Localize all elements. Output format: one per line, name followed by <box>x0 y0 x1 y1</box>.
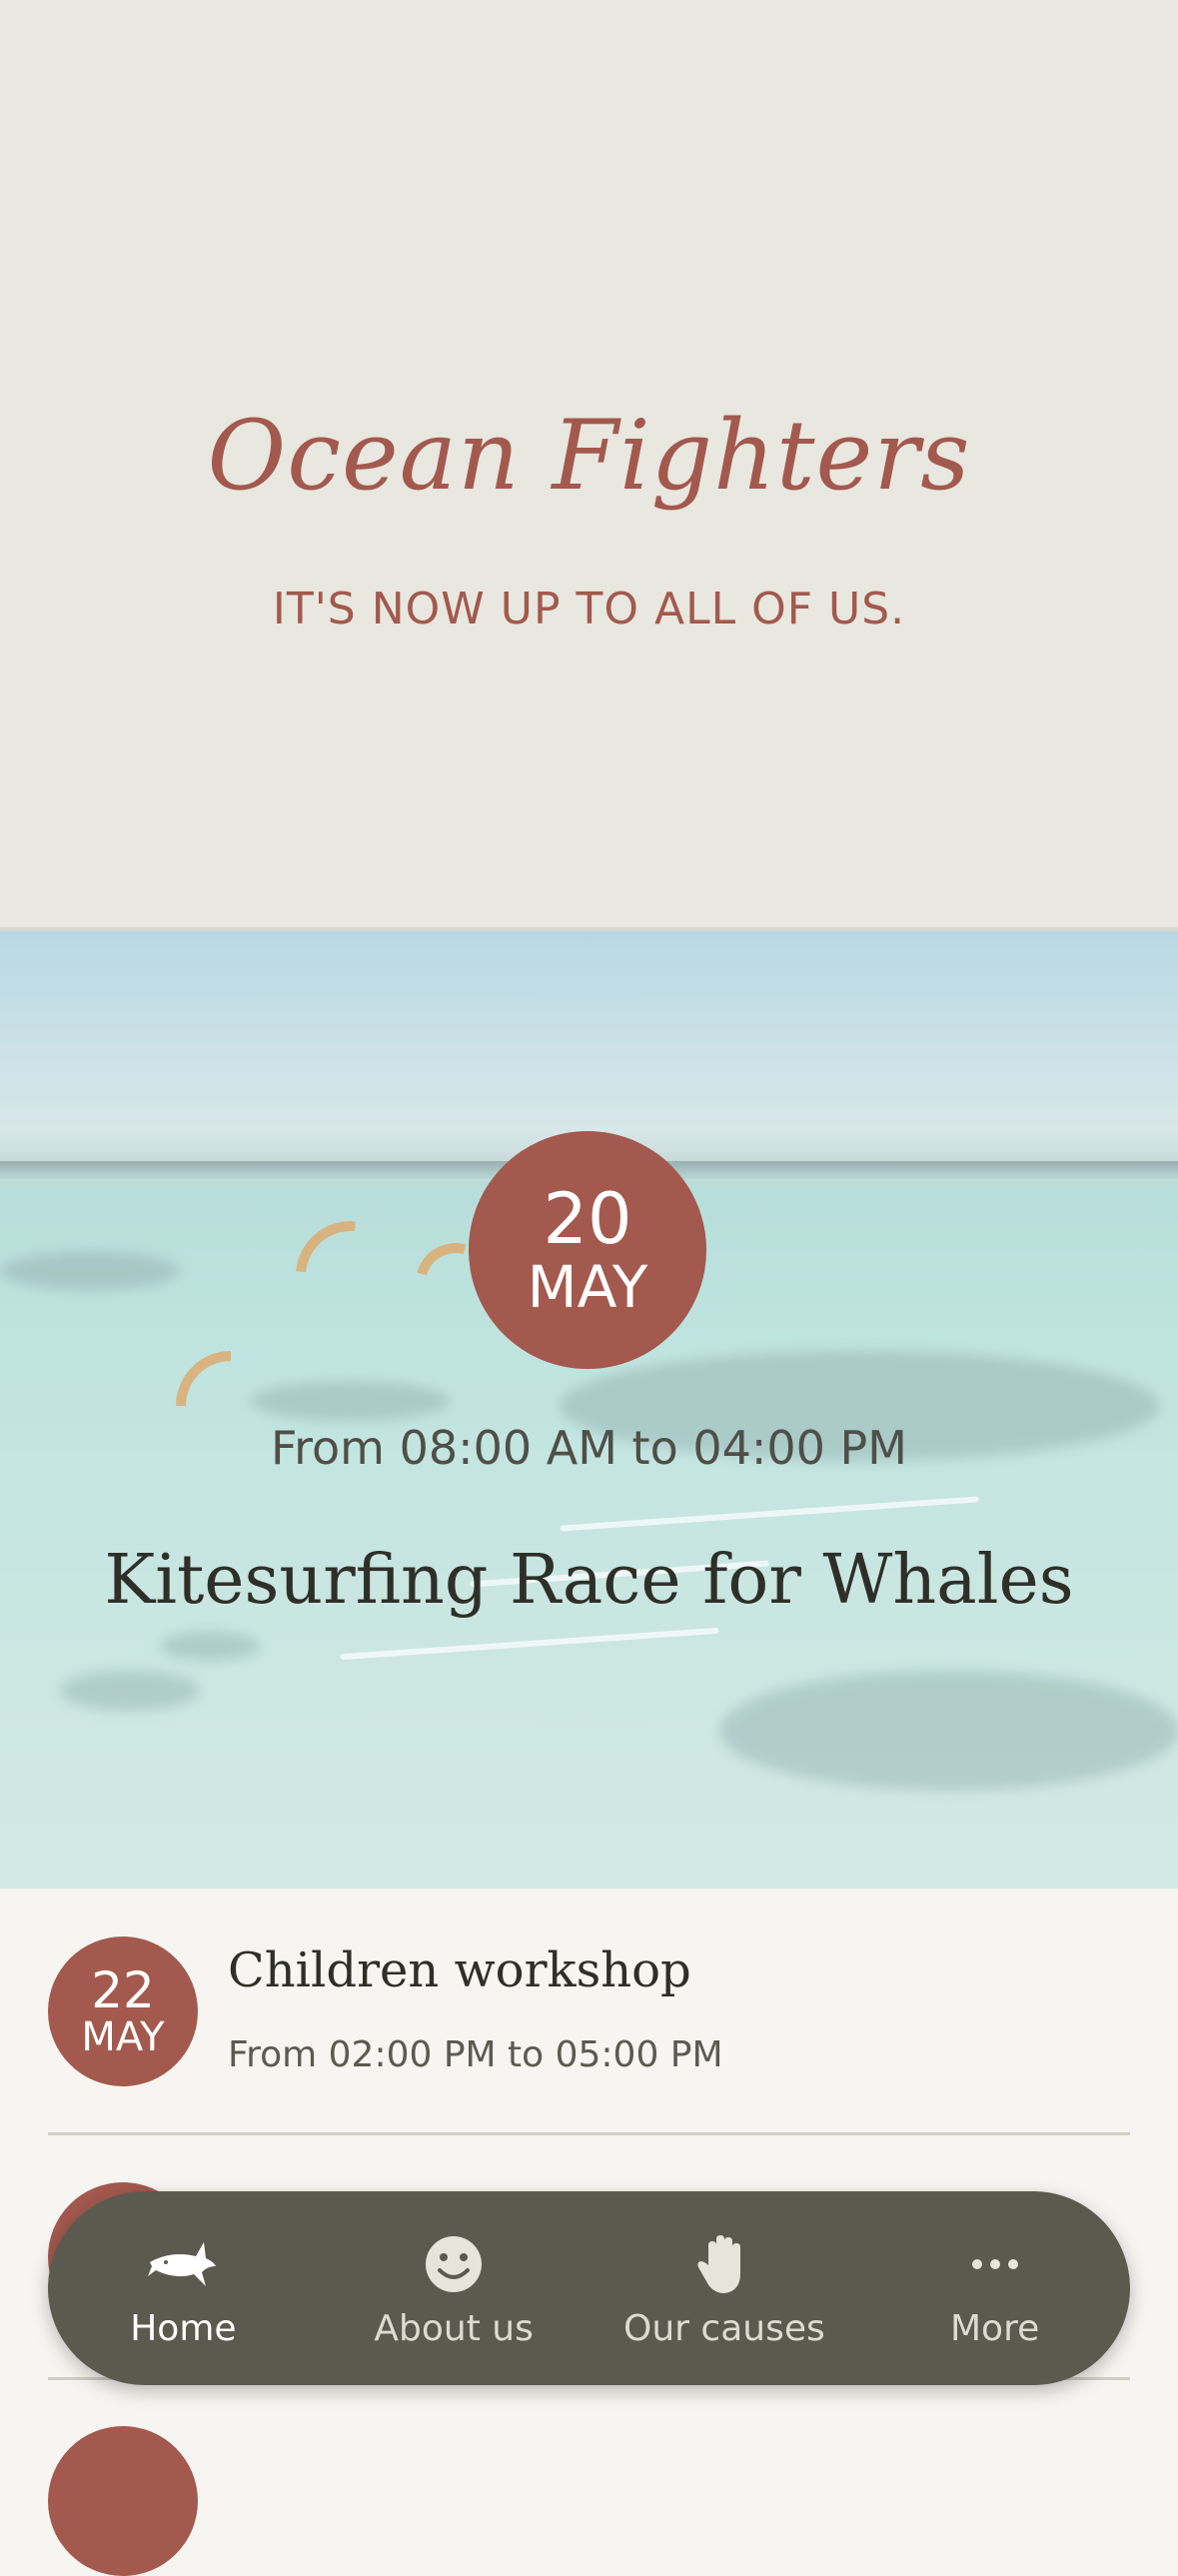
event-title: Children workshop <box>228 1942 691 1998</box>
event-day: 22 <box>91 1961 155 2019</box>
event-month: MAY <box>81 2014 165 2060</box>
event-date-badge: 22 MAY <box>48 1936 198 2086</box>
hand-icon <box>692 2228 756 2300</box>
tab-about-us[interactable]: About us <box>324 2191 584 2385</box>
more-dots-icon <box>970 2228 1020 2300</box>
bottom-tab-bar: Home About us Our causes More <box>48 2191 1130 2385</box>
shark-icon <box>146 2228 220 2300</box>
tab-label: More <box>950 2307 1040 2349</box>
event-list-item[interactable]: 22 MAY Children workshop From 02:00 PM t… <box>48 1936 1130 2135</box>
featured-event-title: Kitesurfing Race for Whales <box>104 1541 1074 1620</box>
tab-label: About us <box>374 2307 534 2349</box>
event-date-badge-partial <box>48 2426 198 2576</box>
featured-event-month: MAY <box>527 1253 648 1321</box>
app-title: Ocean Fighters <box>207 400 971 512</box>
tagline: IT'S NOW UP TO ALL OF US. <box>272 584 906 635</box>
featured-event-time: From 08:00 AM to 04:00 PM <box>271 1421 907 1475</box>
tab-more[interactable]: More <box>865 2191 1125 2385</box>
featured-event-day: 20 <box>543 1178 632 1260</box>
event-time: From 02:00 PM to 05:00 PM <box>228 2034 723 2075</box>
featured-event-date-badge: 20 MAY <box>469 1131 706 1369</box>
app-header: Ocean Fighters IT'S NOW UP TO ALL OF US. <box>0 0 1178 931</box>
smiley-icon <box>422 2228 486 2300</box>
tab-label: Home <box>130 2307 237 2349</box>
tab-our-causes[interactable]: Our causes <box>594 2191 854 2385</box>
tab-label: Our causes <box>623 2307 825 2349</box>
tab-home[interactable]: Home <box>53 2191 313 2385</box>
featured-event-card[interactable]: 20 MAY From 08:00 AM to 04:00 PM Kitesur… <box>0 931 1178 1889</box>
